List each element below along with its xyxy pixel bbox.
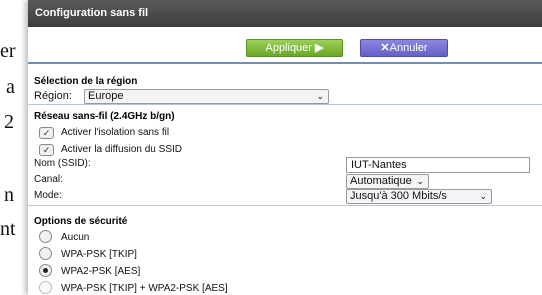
background-text-fragment: 2 xyxy=(4,111,14,133)
mode-label: Mode: xyxy=(34,190,62,201)
chevron-down-icon: ⌄ xyxy=(479,191,487,201)
ssid-broadcast-checkbox[interactable]: ✓ xyxy=(39,144,54,156)
ssid-input[interactable]: IUT-Nantes xyxy=(346,157,530,173)
ssid-broadcast-label: Activer la diffusion du SSID xyxy=(61,144,182,155)
background-text-fragment: a xyxy=(6,76,15,98)
action-toolbar: Appliquer ▶ ✕Annuler xyxy=(28,27,542,64)
region-select[interactable]: Europe ⌄ xyxy=(84,89,329,104)
checkmark-icon: ✓ xyxy=(42,145,51,155)
isolation-label: Activer l'isolation sans fil xyxy=(61,127,170,138)
wireless-network-section: Réseau sans-fil (2.4GHz b/gn) ✓ Activer … xyxy=(28,105,542,206)
security-option-label: Aucun xyxy=(61,232,90,243)
play-icon: ▶ xyxy=(315,42,324,54)
security-radio-wpa2-aes[interactable] xyxy=(39,264,52,277)
security-section-title: Options de sécurité xyxy=(34,216,128,227)
region-label: Région: xyxy=(34,90,72,102)
channel-label: Canal: xyxy=(34,174,63,185)
mode-select[interactable]: Jusqu'à 300 Mbits/s ⌄ xyxy=(346,189,492,204)
wireless-section-title: Réseau sans-fil (2.4GHz b/gn) xyxy=(34,111,175,122)
close-icon: ✕ xyxy=(380,42,390,54)
security-radio-none[interactable] xyxy=(39,230,52,243)
cancel-button[interactable]: ✕Annuler xyxy=(360,39,448,57)
security-radio-wpa-tkip[interactable] xyxy=(39,247,52,260)
apply-button[interactable]: Appliquer ▶ xyxy=(246,39,343,57)
security-option-label: WPA2-PSK [AES] xyxy=(61,266,141,277)
mode-select-value: Jusqu'à 300 Mbits/s xyxy=(350,190,447,202)
apply-button-label: Appliquer xyxy=(265,42,316,54)
cancel-button-label: Annuler xyxy=(389,42,428,54)
isolation-checkbox[interactable]: ✓ xyxy=(39,127,54,139)
chevron-down-icon: ⌄ xyxy=(316,91,324,101)
security-option-label: WPA-PSK [TKIP] xyxy=(61,249,137,260)
checkmark-icon: ✓ xyxy=(42,128,51,138)
background-text-fragment: er xyxy=(0,40,16,62)
panel-title: Configuration sans fil xyxy=(28,0,542,27)
chevron-down-icon: ⌄ xyxy=(416,176,424,186)
ssid-label: Nom (SSID): xyxy=(34,158,91,169)
region-section: Sélection de la région Région: Europe ⌄ xyxy=(28,64,542,105)
background-text-fragment: nt xyxy=(0,218,16,240)
channel-select[interactable]: Automatique ⌄ xyxy=(346,174,429,189)
region-section-title: Sélection de la région xyxy=(34,76,138,87)
wireless-settings-panel: Configuration sans fil Appliquer ▶ ✕Annu… xyxy=(28,0,542,295)
security-section: Options de sécurité Aucun WPA-PSK [TKIP]… xyxy=(28,206,542,295)
security-option-label: WPA-PSK [TKIP] + WPA2-PSK [AES] xyxy=(61,283,228,294)
channel-select-value: Automatique xyxy=(350,175,412,187)
security-radio-wpa-wpa2-mixed[interactable] xyxy=(39,281,52,294)
background-text-fragment: n xyxy=(4,184,14,206)
region-select-value: Europe xyxy=(88,90,124,102)
